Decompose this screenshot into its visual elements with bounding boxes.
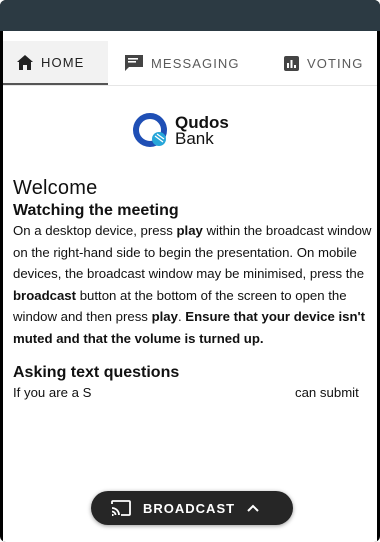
- tab-home[interactable]: HOME: [3, 41, 108, 85]
- tab-messaging[interactable]: MESSAGING: [125, 41, 240, 85]
- tab-bar: HOME MESSAGING VOTING: [3, 41, 377, 86]
- home-icon: [17, 54, 33, 70]
- logo-word-bank: Bank: [175, 129, 214, 148]
- app-frame: HOME MESSAGING VOTING Qudos Bank Welcome…: [0, 0, 380, 542]
- main-content: HOME MESSAGING VOTING Qudos Bank Welcome…: [3, 31, 377, 542]
- broadcast-label: BROADCAST: [143, 500, 236, 516]
- broadcast-button[interactable]: BROADCAST: [91, 491, 293, 525]
- chevron-up-icon: [247, 504, 259, 512]
- tab-voting-label: VOTING: [307, 55, 364, 71]
- watching-paragraph: On a desktop device, press play within t…: [13, 223, 372, 346]
- qudos-bank-logo: Qudos Bank: [133, 111, 229, 151]
- welcome-article: Welcome Watching the meeting On a deskto…: [13, 177, 373, 403]
- welcome-heading: Welcome: [13, 177, 98, 199]
- tab-voting[interactable]: VOTING: [284, 41, 363, 85]
- asking-heading: Asking text questions: [13, 363, 180, 381]
- messaging-icon: [125, 55, 143, 71]
- asking-paragraph-tail: can submit: [295, 384, 359, 400]
- voting-icon: [284, 55, 299, 71]
- cast-icon: [111, 500, 131, 516]
- tab-home-label: HOME: [41, 54, 85, 70]
- top-bar: [0, 0, 380, 31]
- asking-paragraph: If you are a Scan submit: [13, 382, 373, 404]
- watching-heading: Watching the meeting: [13, 202, 179, 219]
- qudos-logo-mark-icon: [133, 113, 167, 147]
- tab-messaging-label: MESSAGING: [151, 55, 240, 71]
